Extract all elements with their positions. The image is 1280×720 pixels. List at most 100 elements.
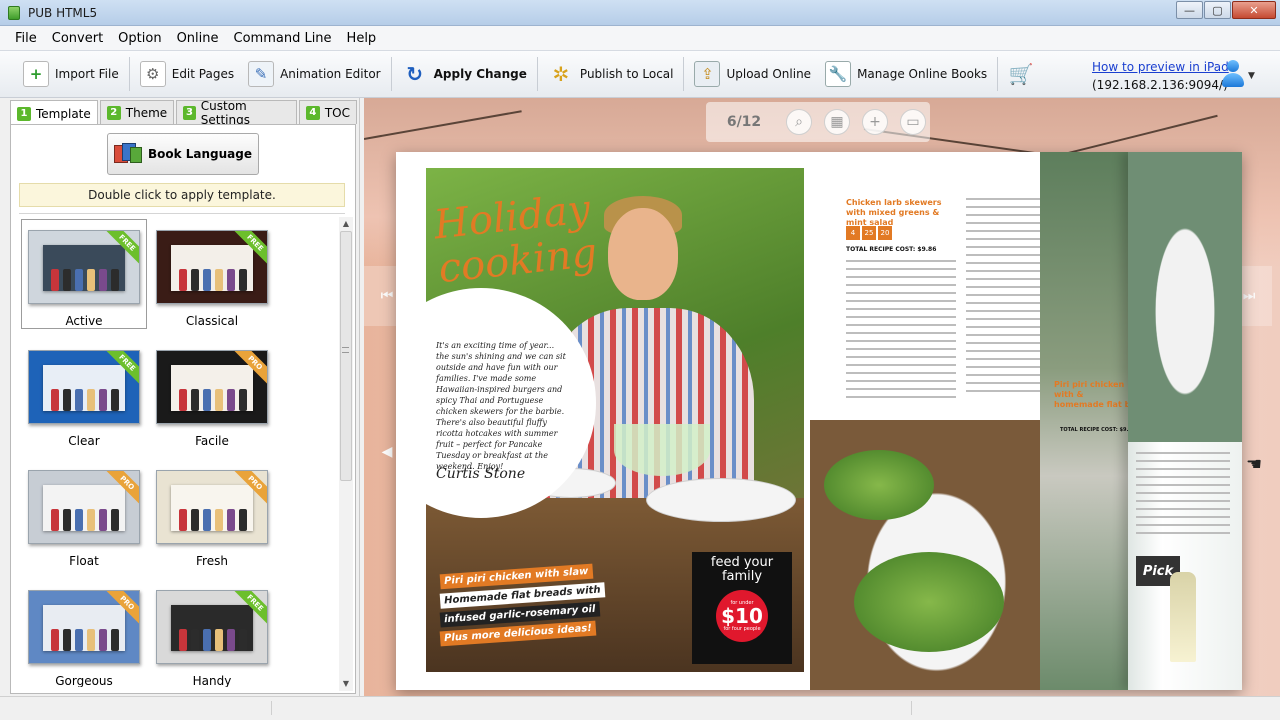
- scrollbar-thumb[interactable]: [340, 231, 352, 481]
- model-figure: [215, 509, 223, 531]
- menu-option[interactable]: Option: [118, 31, 161, 46]
- template-item[interactable]: FREE Clear: [21, 339, 147, 449]
- menu-help[interactable]: Help: [347, 31, 377, 46]
- menu-file[interactable]: File: [15, 31, 37, 46]
- model-figure: [239, 269, 247, 291]
- feed-text: feed your family: [710, 555, 774, 584]
- menu-convert[interactable]: Convert: [52, 31, 103, 46]
- upload-online-label: Upload Online: [726, 67, 812, 81]
- recipe-badge: 25: [862, 226, 876, 240]
- flipbook-preview: 6/12 ⌕ ▦ + ▭ ⏮ ◀ ⏭ Holiday cooking It's …: [364, 98, 1280, 696]
- template-item[interactable]: FREE Handy: [149, 579, 275, 687]
- template-item[interactable]: FREE Active: [21, 219, 147, 329]
- window-controls: — ▢ ✕: [1175, 1, 1276, 19]
- menu-command-line[interactable]: Command Line: [234, 31, 332, 46]
- import-file-button[interactable]: + Import File: [16, 54, 126, 94]
- shopping-cart-button[interactable]: 🛒: [1001, 54, 1047, 94]
- model-figure: [87, 509, 95, 531]
- tab-template[interactable]: 1 Template: [10, 100, 98, 126]
- user-icon[interactable]: [1222, 60, 1244, 88]
- book-language-button[interactable]: Book Language: [107, 133, 259, 175]
- model-figure: [63, 509, 71, 531]
- tab-custom-settings[interactable]: 3 Custom Settings: [176, 99, 297, 127]
- fullscreen-icon[interactable]: ▭: [900, 109, 926, 135]
- toolbar-separator: [683, 57, 685, 91]
- apply-change-button[interactable]: ↻ Apply Change: [395, 54, 534, 94]
- scroll-down-icon[interactable]: ▼: [339, 677, 353, 691]
- zoom-in-icon[interactable]: +: [862, 109, 888, 135]
- left-page[interactable]: Holiday cooking It's an exciting time of…: [426, 168, 804, 672]
- upload-online-button[interactable]: ⇪ Upload Online: [687, 54, 818, 94]
- model-figure: [239, 509, 247, 531]
- price-value: $10: [721, 604, 763, 628]
- edit-pages-button[interactable]: ⚙ Edit Pages: [133, 54, 241, 94]
- template-item[interactable]: PRO Gorgeous: [21, 579, 147, 687]
- model-figure: [179, 629, 187, 651]
- edit-pages-icon: ⚙: [139, 61, 166, 87]
- publish-to-local-label: Publish to Local: [579, 67, 674, 81]
- serving-board: [646, 478, 796, 522]
- side-photo: [1040, 152, 1130, 690]
- model-figure: [239, 629, 247, 651]
- preview-in-ipad-link[interactable]: How to preview in iPad: [1092, 60, 1229, 74]
- menu-online[interactable]: Online: [177, 31, 219, 46]
- app-icon: [8, 5, 20, 20]
- tab-toc[interactable]: 4 TOC: [298, 100, 357, 124]
- model-figure: [179, 509, 187, 531]
- recipe-cost-2: TOTAL RECIPE COST: $9.94: [1060, 427, 1136, 433]
- wine-bottle: [1170, 572, 1196, 662]
- model-figure: [215, 389, 223, 411]
- recipe-badge: 4: [846, 226, 860, 240]
- template-item[interactable]: PRO Float: [21, 459, 147, 569]
- status-section: [272, 701, 912, 715]
- minimize-button[interactable]: —: [1176, 1, 1203, 19]
- template-scrollbar[interactable]: ▲ ▼: [339, 217, 353, 691]
- template-name: Facile: [195, 434, 229, 448]
- title-bar: PUB HTML5 — ▢ ✕: [0, 0, 1280, 26]
- user-menu-caret-icon[interactable]: ▼: [1248, 71, 1255, 81]
- shopping-cart-icon: 🛒: [1008, 62, 1034, 86]
- model-figure: [227, 389, 235, 411]
- model-figure: [99, 269, 107, 291]
- chef-face: [608, 208, 678, 300]
- model-figure: [203, 389, 211, 411]
- toolbar-separator: [997, 57, 999, 91]
- manage-online-books-label: Manage Online Books: [857, 67, 988, 81]
- manage-online-books-button[interactable]: 🔧 Manage Online Books: [818, 54, 994, 94]
- model-figure: [227, 509, 235, 531]
- search-icon[interactable]: ⌕: [786, 109, 812, 135]
- open-book[interactable]: Holiday cooking It's an exciting time of…: [396, 152, 1242, 690]
- scroll-up-icon[interactable]: ▲: [339, 217, 353, 231]
- tab-label: Template: [36, 106, 91, 121]
- recipe-title: Chicken larb skewers with mixed greens &…: [846, 198, 942, 227]
- thumbnails-icon[interactable]: ▦: [824, 109, 850, 135]
- toolbar: + Import File ⚙ Edit Pages ✎ Animation E…: [0, 50, 1280, 98]
- model-figure: [75, 269, 83, 291]
- apply-change-label: Apply Change: [433, 67, 527, 81]
- model-figure: [111, 629, 119, 651]
- price-circle: for under $10 for four people: [716, 590, 768, 642]
- maximize-button[interactable]: ▢: [1204, 1, 1231, 19]
- template-grid: FREE Active FREE Classical FREE Clear PRO Facil…: [17, 219, 337, 687]
- model-figure: [203, 269, 211, 291]
- publish-to-local-button[interactable]: ✲ Publish to Local: [541, 54, 681, 94]
- animation-editor-button[interactable]: ✎ Animation Editor: [241, 54, 388, 94]
- tab-label: TOC: [324, 105, 350, 120]
- template-item[interactable]: FREE Classical: [149, 219, 275, 329]
- manage-books-icon: 🔧: [825, 61, 852, 87]
- model-figure: [111, 389, 119, 411]
- model-figure: [75, 509, 83, 531]
- book-language-icon: [113, 143, 142, 165]
- template-item[interactable]: PRO Facile: [149, 339, 275, 449]
- close-button[interactable]: ✕: [1232, 1, 1276, 19]
- apply-template-hint: Double click to apply template.: [19, 183, 345, 207]
- menu-bar: File Convert Option Online Command Line …: [0, 26, 1280, 50]
- template-item[interactable]: PRO Fresh: [149, 459, 275, 569]
- right-page[interactable]: Chicken larb skewers with mixed greens &…: [810, 152, 1242, 690]
- method-lines: [966, 198, 1040, 398]
- left-panel: 1 Template 2 Theme 3 Custom Settings 4 T…: [0, 98, 360, 696]
- tab-theme[interactable]: 2 Theme: [99, 100, 175, 124]
- model-figure: [87, 629, 95, 651]
- recipe-badge: 20: [878, 226, 892, 240]
- model-figure: [111, 509, 119, 531]
